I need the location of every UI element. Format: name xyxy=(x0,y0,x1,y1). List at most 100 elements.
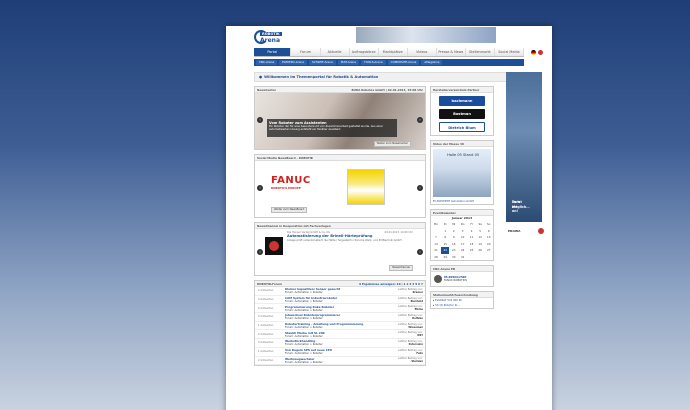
social-screenshot[interactable] xyxy=(347,169,385,205)
forum-row[interactable]: 1 Antworten Von Kugeln SPS auf neue CPU Fo… xyxy=(255,348,425,357)
partner-box: Herstellerverzeichnis Partner bachmann B… xyxy=(430,86,494,136)
nav-item-forum[interactable]: Forum xyxy=(291,48,321,56)
forum-pagination[interactable]: 9 Ergebnisse anzeigen: 10 | 1 2 3 4 5 6 … xyxy=(359,281,423,286)
forum-last-user[interactable]: Kramer xyxy=(413,291,423,294)
forum-answers: 1 Antworten xyxy=(258,350,274,354)
forum-last-user[interactable]: Felix xyxy=(416,352,423,355)
prev-arrow-icon[interactable]: ‹ xyxy=(257,185,263,191)
welcome-heading: Willkommen im Themenportal für Robotik &… xyxy=(254,72,524,82)
german-flag-icon[interactable] xyxy=(531,50,536,55)
forum-answers: 2 Antworten xyxy=(258,289,274,293)
newschannel-header: NewsChannel in Kooperation mit Fachverla… xyxy=(257,224,331,228)
forum-answers: 0 Antworten xyxy=(258,315,274,319)
site-logo[interactable]: ROBOTIK Arena xyxy=(254,30,290,44)
main-column: NewsCenter BURA Robotex GmbH | 02.01.2013… xyxy=(254,86,426,370)
newschannel-more-button[interactable]: NewsChannel xyxy=(389,265,413,271)
forum-last-user[interactable]: Rolfebe xyxy=(412,317,423,320)
forum-box: ROBOTIK-Forum 9 Ergebnisse anzeigen: 10 |… xyxy=(254,280,426,367)
erowa-dot-icon xyxy=(538,228,544,234)
portal-page: ROBOTIK Arena Portal Forum Aktuelle Meld… xyxy=(226,26,552,410)
nav-item-orders[interactable]: Auftragsbörse xyxy=(350,48,379,56)
subnav-elektro[interactable]: ELEKTRO-Arena xyxy=(279,60,307,65)
newscenter-box: NewsCenter BURA Robotex GmbH | 02.01.2013… xyxy=(254,86,426,150)
forum-last-user[interactable]: Steinlan xyxy=(411,360,423,363)
forum-header: ROBOTIK-Forum xyxy=(257,282,283,286)
nav-item-portal[interactable]: Portal xyxy=(254,48,292,56)
forum-last-user[interactable]: Petersohn xyxy=(409,343,423,346)
forum-topic-forum: Forum: Automation > Roboter xyxy=(285,308,323,312)
nav-item-market[interactable]: Marktplätze xyxy=(379,48,408,56)
forum-row[interactable]: 2 Antworten Werkzeugwechsler Forum: Automa… xyxy=(255,357,425,366)
newscenter-caption[interactable]: Vom Roboter zum Assistenten Ein Roboter … xyxy=(267,119,397,137)
next-arrow-icon[interactable]: › xyxy=(417,185,423,191)
nav-item-jobs[interactable]: Stellenmarkt xyxy=(466,48,495,56)
forum-answers: 3 Antworten xyxy=(258,341,274,345)
video-box: Video der Messe 30 Halle 05 Stand 05 EC … xyxy=(430,140,494,205)
subnav-cnc[interactable]: CNC-Arena xyxy=(256,60,278,65)
video-player[interactable]: Halle 05 Stand 05 xyxy=(433,149,491,197)
forum-row[interactable]: 0 Antworten Jobwechsel Roboterprogrammier… xyxy=(255,313,425,322)
forum-answers: 2 Antworten xyxy=(258,332,274,336)
newschannel-title[interactable]: Automatisierung der Brinell-Härteprüfung xyxy=(287,234,413,238)
header-banner-ad[interactable] xyxy=(356,27,496,43)
cnc-sub: FANUC ROBOTICS xyxy=(444,279,467,282)
nav-item-social[interactable]: Social Media xyxy=(495,48,524,56)
newscenter-image[interactable]: Vom Roboter zum Assistenten Ein Roboter … xyxy=(255,93,425,149)
calendar-month[interactable]: Januar 2013 xyxy=(431,216,493,220)
newschannel-teaser: Anlage prüft vollautomatisch die Härte /… xyxy=(287,239,402,242)
forum-row[interactable]: 0 Antworten CAM System für Industrierobot… xyxy=(255,296,425,305)
calendar-header: Eventkalender xyxy=(433,211,456,215)
subnav-composite[interactable]: COMPOSITE-Arena xyxy=(387,60,420,65)
nav-item-press[interactable]: Presse & News xyxy=(437,48,466,56)
forum-row[interactable]: 3 Antworten Werkstückhandling Forum: Autom… xyxy=(255,339,425,348)
job-link[interactable]: ▸ 57c(t) Roboter Kr... xyxy=(431,303,493,308)
forum-last-user[interactable]: NST xyxy=(417,334,423,337)
forum-last-user[interactable]: Elkins xyxy=(415,308,423,311)
video-caption[interactable]: EC BLECHERT Automation GmbH xyxy=(431,199,493,204)
prev-arrow-icon[interactable]: ‹ xyxy=(257,117,263,123)
partner-bachmann-logo[interactable]: bachmann xyxy=(439,96,485,106)
forum-row[interactable]: 2 Antworten Kleiner kapazitiver Sensor ge… xyxy=(255,287,425,296)
forum-row[interactable]: 1 Antworten Robotertraining - Anleitung u… xyxy=(255,322,425,331)
calendar-day[interactable]: 28 xyxy=(431,254,441,261)
logo-line2: Arena xyxy=(260,37,280,44)
newschannel-thumbnail[interactable] xyxy=(265,237,283,255)
fanuc-name: FANUC xyxy=(271,175,311,186)
subnav-tools[interactable]: TOOLS-Arena xyxy=(361,60,386,65)
subnav-schleif[interactable]: SCHLEIF-Arena xyxy=(308,60,336,65)
nav-item-news[interactable]: Aktuelle Meldung xyxy=(321,48,350,63)
forum-topic-forum: Forum: Automation > Roboter xyxy=(285,352,323,356)
middle-column: Herstellerverzeichnis Partner bachmann B… xyxy=(430,86,494,313)
forum-topic-forum: Forum: Automation > Roboter xyxy=(285,300,323,304)
cnc-header: CNC-Arena ED xyxy=(433,267,456,271)
forum-row[interactable]: 2 Antworten Staubli Marke mit SL 200 Forum… xyxy=(255,330,425,340)
fanuc-logo[interactable]: FANUC ROBOTICS EUROPE xyxy=(271,175,311,190)
newscenter-caption-text: Ein Roboter der für eine besondere Art v… xyxy=(269,125,383,131)
calendar-box: Eventkalender Januar 2013 Mo Di Mi Do Fr Sa So… xyxy=(430,209,494,261)
calendar-day[interactable]: 29 xyxy=(441,254,450,261)
forum-topic-forum: Forum: Automation > Roboter xyxy=(285,343,323,347)
next-arrow-icon[interactable]: › xyxy=(417,117,423,123)
forum-row[interactable]: 6 Antworten Programmierung Kuka Roboter Fo… xyxy=(255,304,425,314)
next-arrow-icon[interactable]: › xyxy=(417,249,423,255)
english-flag-icon[interactable] xyxy=(538,50,543,55)
forum-last-user[interactable]: Wieseman xyxy=(408,326,423,329)
right-column: Ex ist möglich... Turn Me on! EROWA xyxy=(506,72,546,236)
forum-answers: 0 Antworten xyxy=(258,298,274,302)
prev-arrow-icon[interactable]: ‹ xyxy=(257,249,263,255)
skyscraper-ad[interactable]: Ex ist möglich... Turn Me on! xyxy=(506,72,542,222)
newschannel-box: NewsChannel in Kooperation mit Fachverla… xyxy=(254,222,426,276)
newscenter-more-button[interactable]: Weiter zum NewsCenter xyxy=(373,141,411,147)
subnav-pum[interactable]: PUM-Arena xyxy=(337,60,360,65)
calendar-grid: Mo Di Mi Do Fr Sa So 1 2 3 4 5 6 7 8 9 10 11 12 13 14 15 16 17… xyxy=(431,221,493,260)
subnav-emagazine[interactable]: eMagazine xyxy=(421,60,443,65)
erowa-logo[interactable]: EROWA xyxy=(506,226,546,236)
nav-item-videos[interactable]: Videos xyxy=(408,48,437,56)
calendar-day[interactable]: 31 xyxy=(458,254,467,261)
social-more-button[interactable]: Weiter zum NewsBoard xyxy=(271,207,308,213)
fanuc-sub: ROBOTICS EUROPE xyxy=(271,186,301,190)
calendar-day[interactable]: 30 xyxy=(449,254,458,261)
partner-bostman-logo[interactable]: Bostman xyxy=(439,109,485,119)
partner-dietrich-logo[interactable]: Dietrich Blum xyxy=(439,122,485,132)
forum-last-user[interactable]: Rienhold xyxy=(411,300,423,303)
